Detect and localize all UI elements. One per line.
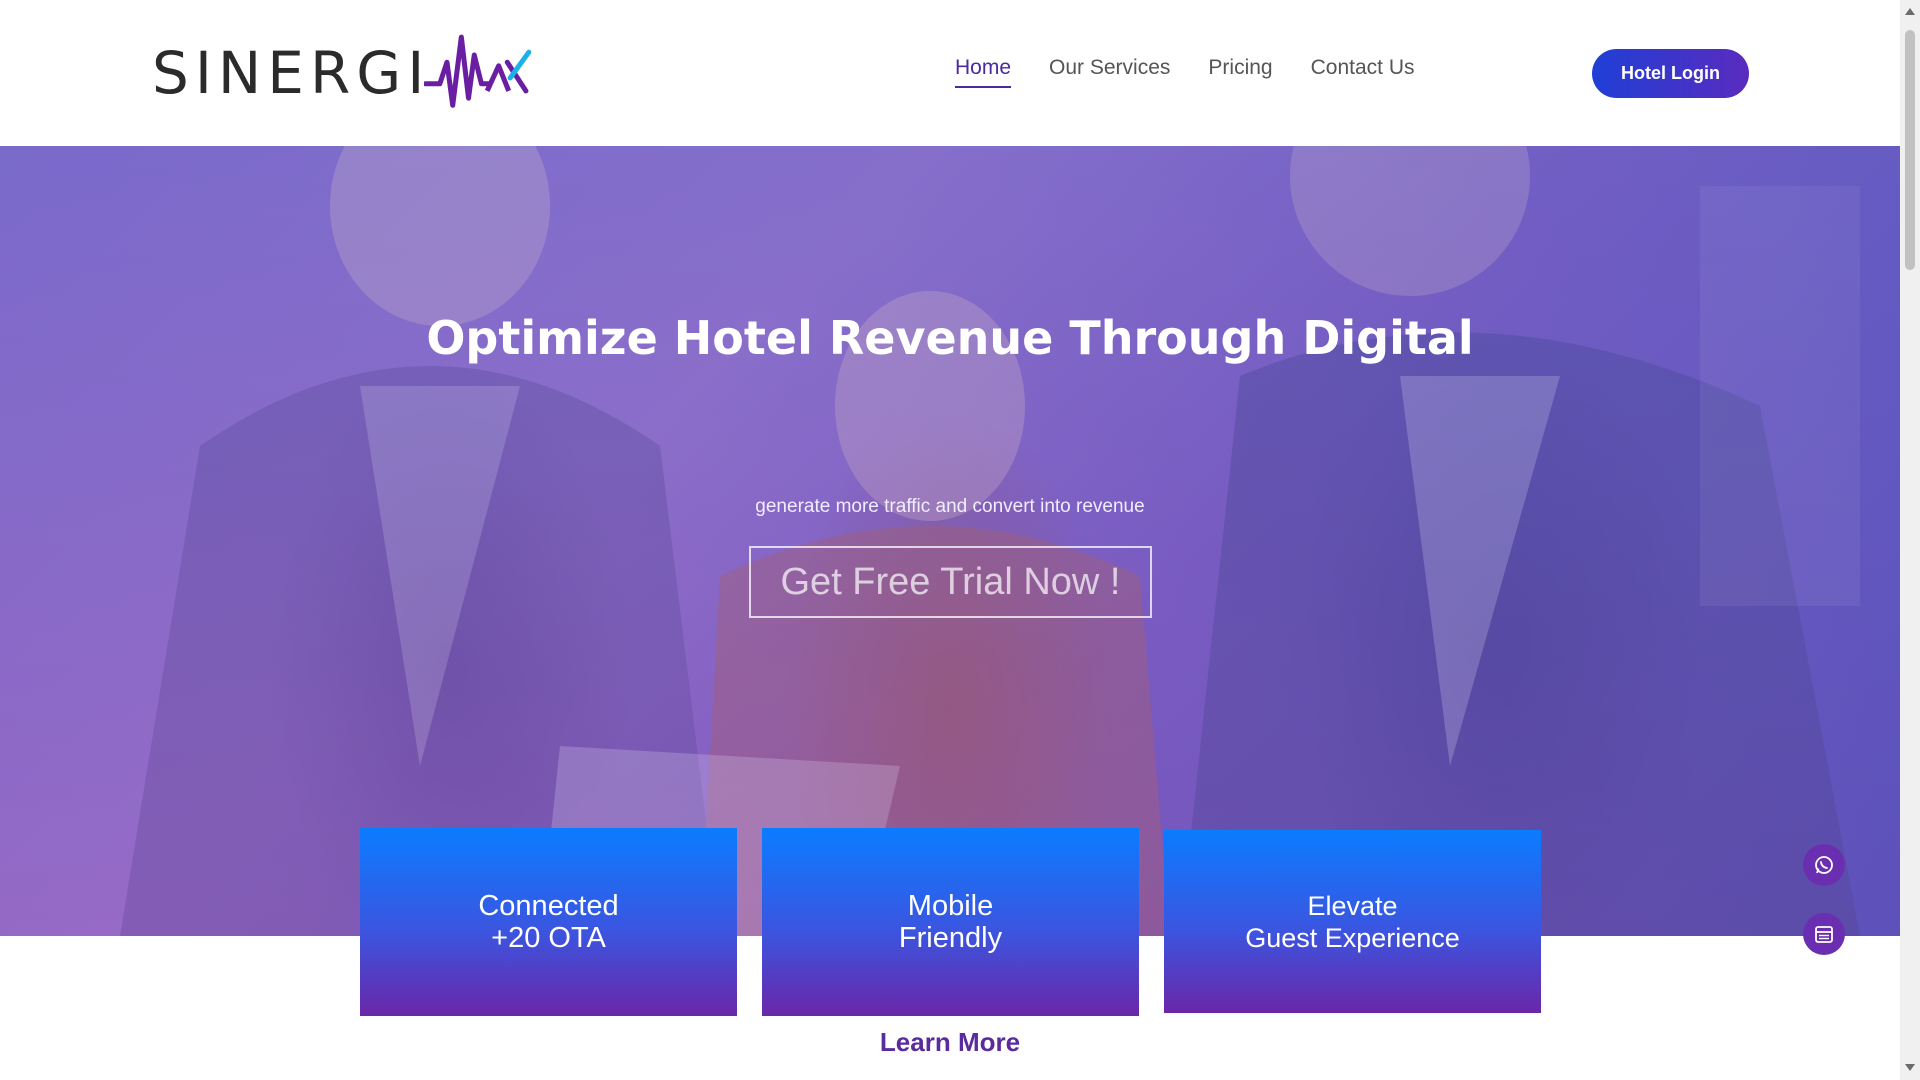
scroll-down-arrow-icon[interactable] [1905,1064,1915,1071]
free-trial-button[interactable]: Get Free Trial Now ! [749,546,1152,618]
feature-card-line1: Mobile [907,890,994,922]
feature-card-guest-experience[interactable]: Elevate Guest Experience [1164,830,1541,1013]
feature-card-line1: Connected [478,890,619,922]
nav-pricing[interactable]: Pricing [1208,56,1272,88]
learn-more-link[interactable]: Learn More [0,1027,1900,1058]
feature-card-connected-ota[interactable]: Connected +20 OTA [360,828,737,1016]
nav-our-services[interactable]: Our Services [1049,56,1170,88]
hero-section: Optimize Hotel Revenue Through Digital g… [0,146,1900,936]
whatsapp-button[interactable] [1803,844,1845,886]
feature-card-line2: Friendly [898,922,1003,954]
logo[interactable]: SINERGI [152,18,532,128]
calendar-button[interactable] [1803,913,1845,955]
page-scrollbar[interactable] [1900,0,1920,1080]
hero-subtitle: generate more traffic and convert into r… [755,496,1145,517]
whatsapp-icon [1815,856,1833,874]
site-header: SINERGI Home Our Services Pricing Contac… [0,0,1900,146]
hero-overlay [0,146,1900,936]
calendar-icon [1815,926,1833,943]
hotel-login-button[interactable]: Hotel Login [1592,49,1749,98]
feature-card-line2: +20 OTA [491,922,606,954]
feature-card-mobile-friendly[interactable]: Mobile Friendly [762,828,1139,1016]
scrollbar-thumb[interactable] [1905,30,1915,270]
scroll-up-arrow-icon[interactable] [1905,8,1915,15]
logo-pulse-mark-icon [424,34,532,108]
main-nav: Home Our Services Pricing Contact Us [955,56,1414,88]
feature-card-line2: Guest Experience [1245,922,1460,953]
logo-text: SINERGI [152,39,431,107]
feature-card-line1: Elevate [1307,890,1398,921]
nav-home[interactable]: Home [955,56,1012,88]
hero-title: Optimize Hotel Revenue Through Digital [426,311,1474,365]
nav-contact-us[interactable]: Contact Us [1311,56,1415,88]
